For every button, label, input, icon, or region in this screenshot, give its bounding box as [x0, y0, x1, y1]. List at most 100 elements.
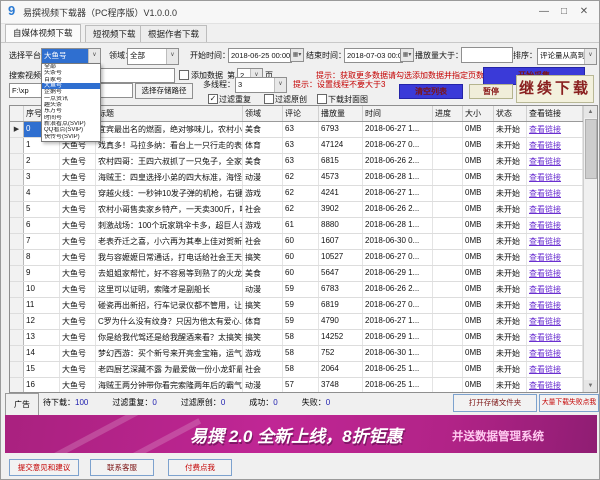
- table-row[interactable]: 11 大鱼号 碰瓷再出新招，行车记录仪都不管用，让... 搞笑 59 6819 2018-0…: [10, 298, 597, 314]
- field-value: 全部: [130, 51, 145, 60]
- table-row[interactable]: 3 大鱼号 海贼王：四皇选择小弟的四大标准，海怪红... 动漫 62 4573 2018-0…: [10, 170, 597, 186]
- table-row[interactable]: 10 大鱼号 这里可以证明，索隆才是副船长 动漫 59 6783 2018-06-26 2.…: [10, 282, 597, 298]
- sort-label: 排序：: [513, 51, 537, 60]
- field-cell: 动漫: [243, 170, 283, 185]
- pause-button[interactable]: 暂停: [469, 84, 513, 99]
- progress-cell: [433, 202, 463, 217]
- column-header[interactable]: 评论: [283, 106, 319, 121]
- scroll-up-icon[interactable]: ▲: [584, 106, 597, 118]
- tab-media-video-download[interactable]: 自媒体视频下载: [5, 24, 81, 42]
- column-header[interactable]: 领域: [243, 106, 283, 121]
- view-link[interactable]: 查看链接: [527, 378, 583, 392]
- column-header[interactable]: 标题: [96, 106, 243, 121]
- view-link[interactable]: 查看链接: [527, 250, 583, 265]
- sort-select[interactable]: 评论量从高到低 ∨: [537, 48, 597, 65]
- end-time-label: 结束时间：: [306, 51, 346, 60]
- continue-download-button[interactable]: 继续下载: [516, 75, 594, 103]
- table-scrollbar[interactable]: ▲ ▼: [583, 106, 597, 392]
- add-data-checkbox[interactable]: [179, 70, 189, 80]
- table-row[interactable]: 12 大鱼号 C罗为什么没有纹身？只因为他太有爱心... 体育 59 4790 2018-0…: [10, 314, 597, 330]
- table-row[interactable]: 7 大鱼号 老表乔迁之喜，小六再为其奉上佳对贺新... 社会 60 1607 2018-06…: [10, 234, 597, 250]
- status-cell: 未开始: [494, 138, 527, 153]
- view-link[interactable]: 查看链接: [527, 138, 583, 153]
- row-marker-cell: [10, 266, 24, 281]
- column-header[interactable]: 状态: [494, 106, 527, 121]
- column-header[interactable]: [10, 106, 24, 121]
- view-link[interactable]: 查看链接: [527, 170, 583, 185]
- size-cell: 0MB: [463, 266, 494, 281]
- views-cell: 6819: [319, 298, 363, 313]
- download-fail-help-button[interactable]: 大量下载失败点我: [539, 394, 599, 412]
- threads-select[interactable]: 3 ∨: [235, 77, 287, 93]
- table-row[interactable]: 2 大鱼号 农村四哥：王四六叔抓了一只兔子，全家... 美食 63 6815 2018-06…: [10, 154, 597, 170]
- scrollbar-thumb[interactable]: [585, 119, 597, 179]
- platform-cell: 大鱼号: [60, 234, 96, 249]
- index-cell: 7: [24, 234, 60, 249]
- download-cover-checkbox[interactable]: [317, 94, 327, 104]
- choose-path-button[interactable]: 选择存储路径: [135, 83, 193, 99]
- view-link[interactable]: 查看链接: [527, 362, 583, 377]
- table-row[interactable]: 16 大鱼号 海贼王两分钟带你看完索隆两年后的霸气瞬间 动漫 57 3748 2018-06…: [10, 378, 597, 392]
- table-row[interactable]: 15 大鱼号 老四厨艺深藏不露 为最爱做一份小龙虾最... 社会 58 2064 2018-…: [10, 362, 597, 378]
- view-link[interactable]: 查看链接: [527, 234, 583, 249]
- tab-short-video-download[interactable]: 短视频下载: [85, 25, 144, 42]
- column-header[interactable]: 查看链接: [527, 106, 583, 121]
- column-header[interactable]: 大小: [463, 106, 494, 121]
- view-link[interactable]: 查看链接: [527, 282, 583, 297]
- status-item-value: 0: [152, 398, 157, 407]
- table-row[interactable]: 4 大鱼号 穿越火线：一秒钟10发子弹的机枪，右键... 游戏 62 4241 2018-0…: [10, 186, 597, 202]
- view-link[interactable]: 查看链接: [527, 202, 583, 217]
- min-views-input[interactable]: [461, 47, 513, 63]
- view-link[interactable]: 查看链接: [527, 298, 583, 313]
- view-link[interactable]: 查看链接: [527, 330, 583, 345]
- platform-option[interactable]: 快传号(SVIP): [42, 134, 100, 140]
- size-cell: 0MB: [463, 378, 494, 392]
- close-icon[interactable]: ✕: [575, 4, 593, 19]
- end-time-input[interactable]: 2018-07-03 00:00: [344, 48, 403, 63]
- table-row[interactable]: 13 大鱼号 你是给我代驾还是给我醒酒来看？太搞笑了 搞笑 58 14252 2018-06…: [10, 330, 597, 346]
- status-item-value: 0: [325, 398, 331, 407]
- filter-original-label: 过滤原创: [275, 95, 307, 104]
- scroll-down-icon[interactable]: ▼: [584, 380, 597, 392]
- filter-duplicate-checkbox[interactable]: ✓: [208, 94, 218, 104]
- tab-download-by-author[interactable]: 根据作者下载: [140, 25, 208, 42]
- view-link[interactable]: 查看链接: [527, 154, 583, 169]
- calendar-icon[interactable]: ▦▾: [400, 48, 414, 62]
- view-link[interactable]: 查看链接: [527, 186, 583, 201]
- table-row[interactable]: 6 大鱼号 刺激战场：100个玩家跳伞卡多，超巨人表... 游戏 61 8880 2018-…: [10, 218, 597, 234]
- maximize-icon[interactable]: □: [555, 4, 573, 19]
- index-cell: 9: [24, 266, 60, 281]
- column-header[interactable]: 播放量: [319, 106, 363, 121]
- table-row[interactable]: 8 大鱼号 我与容嬷嬷日常通话，打电话给社会王天桥... 搞笑 60 10527 2018-…: [10, 250, 597, 266]
- start-time-input[interactable]: 2018-06-25 00:00: [228, 48, 292, 63]
- clear-list-button[interactable]: 清空列表: [399, 84, 463, 99]
- title-cell: 去姐姐家帮忙，好不容易等到熟了的火龙...: [96, 266, 243, 281]
- column-header[interactable]: 进度: [433, 106, 463, 121]
- minimize-icon[interactable]: —: [535, 4, 553, 19]
- filter-original-checkbox[interactable]: [264, 94, 274, 104]
- view-link[interactable]: 查看链接: [527, 314, 583, 329]
- open-folder-button[interactable]: 打开存储文件夹: [453, 394, 537, 412]
- calendar-icon[interactable]: ▦▾: [290, 48, 304, 62]
- feedback-button[interactable]: 提交意见和建议: [9, 459, 79, 476]
- view-link[interactable]: 查看链接: [527, 122, 583, 137]
- window-title: 易撰视频下载器（PC程序版）V1.0.0.0: [23, 8, 178, 18]
- platform-cell: 大鱼号: [60, 378, 96, 392]
- contact-support-button[interactable]: 联系客服: [90, 459, 154, 476]
- pay-button[interactable]: 付费点我: [168, 459, 232, 476]
- view-link[interactable]: 查看链接: [527, 266, 583, 281]
- view-link[interactable]: 查看链接: [527, 218, 583, 233]
- comments-cell: 57: [283, 378, 319, 392]
- status-cell: 未开始: [494, 314, 527, 329]
- views-cell: 752: [319, 346, 363, 361]
- promo-banner[interactable]: 易撰 2.0 全新上线，8折钜惠 并送数据管理系统: [5, 415, 597, 453]
- table-row[interactable]: 9 大鱼号 去姐姐家帮忙，好不容易等到熟了的火龙... 美食 60 5647 2018-06…: [10, 266, 597, 282]
- comments-cell: 63: [283, 138, 319, 153]
- table-row[interactable]: 14 大鱼号 梦幻西游：买个新号来开亮金宝箱，运气... 游戏 58 752 2018-06…: [10, 346, 597, 362]
- column-header[interactable]: 时间: [363, 106, 433, 121]
- field-select[interactable]: 全部 ∨: [127, 48, 179, 65]
- time-cell: 2018-06-27 0...: [363, 250, 433, 265]
- table-row[interactable]: 5 大鱼号 农村小哥售卖家乡特产，一天卖300斤，吃... 社会 62 3902 2018-…: [10, 202, 597, 218]
- view-link[interactable]: 查看链接: [527, 346, 583, 361]
- platform-cell: 大鱼号: [60, 202, 96, 217]
